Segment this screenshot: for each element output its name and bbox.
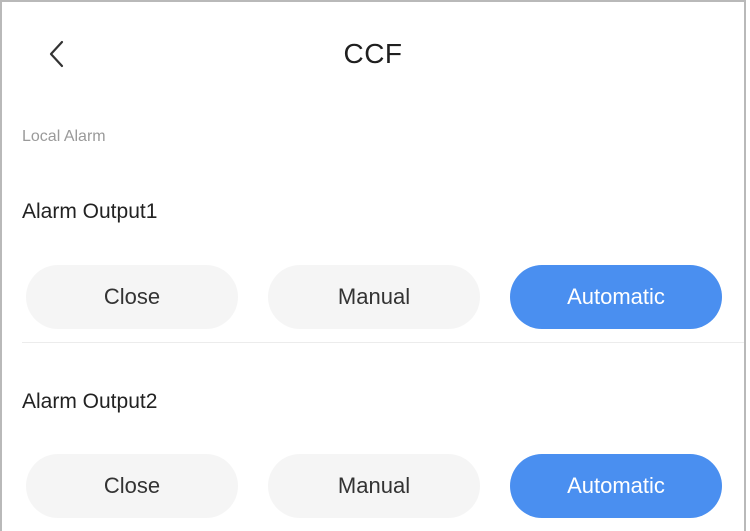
nav-header: CCF [2,2,744,102]
alarm-output-2-options: Close Manual Automatic [26,454,722,518]
alarm-output-1-option-manual[interactable]: Manual [268,265,480,329]
alarm-output-2-option-close[interactable]: Close [26,454,238,518]
alarm-output-2-option-automatic[interactable]: Automatic [510,454,722,518]
page-title: CCF [343,38,403,69]
section-caption: Local Alarm [22,128,106,145]
alarm-output-2-option-manual[interactable]: Manual [268,454,480,518]
alarm-output-1-options: Close Manual Automatic [26,265,722,329]
alarm-output-2-label: Alarm Output2 [22,390,158,413]
alarm-output-1-option-automatic[interactable]: Automatic [510,265,722,329]
alarm-output-1-label: Alarm Output1 [22,200,158,223]
alarm-output-1-option-close[interactable]: Close [26,265,238,329]
app-window: CCF Local Alarm Alarm Output1 Close Manu… [0,0,746,531]
divider [22,342,744,343]
